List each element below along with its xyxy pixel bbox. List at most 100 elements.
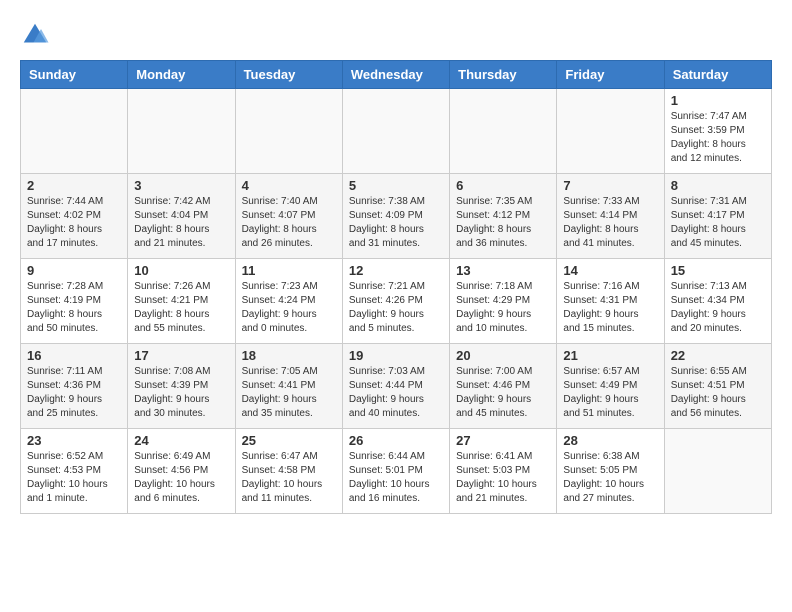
logo: [20, 20, 54, 50]
day-number: 6: [456, 178, 550, 193]
day-info: Sunrise: 6:41 AM Sunset: 5:03 PM Dayligh…: [456, 450, 550, 506]
day-header-monday: Monday: [128, 61, 235, 89]
calendar-cell: 7 Sunrise: 7:33 AM Sunset: 4:14 PM Daylig…: [557, 174, 664, 259]
day-info: Sunrise: 6:49 AM Sunset: 4:56 PM Dayligh…: [134, 450, 228, 506]
day-info: Sunrise: 7:31 AM Sunset: 4:17 PM Dayligh…: [671, 195, 765, 251]
calendar-cell: 21 Sunrise: 6:57 AM Sunset: 4:49 PM Dayli…: [557, 344, 664, 429]
day-info: Sunrise: 6:44 AM Sunset: 5:01 PM Dayligh…: [349, 450, 443, 506]
calendar-cell: 1 Sunrise: 7:47 AM Sunset: 3:59 PM Daylig…: [664, 89, 771, 174]
day-info: Sunrise: 7:03 AM Sunset: 4:44 PM Dayligh…: [349, 365, 443, 421]
day-number: 20: [456, 348, 550, 363]
day-info: Sunrise: 6:52 AM Sunset: 4:53 PM Dayligh…: [27, 450, 121, 506]
calendar-cell: 11 Sunrise: 7:23 AM Sunset: 4:24 PM Dayli…: [235, 259, 342, 344]
calendar-week-row: 23 Sunrise: 6:52 AM Sunset: 4:53 PM Dayli…: [21, 429, 772, 514]
day-info: Sunrise: 7:38 AM Sunset: 4:09 PM Dayligh…: [349, 195, 443, 251]
calendar-cell: 14 Sunrise: 7:16 AM Sunset: 4:31 PM Dayli…: [557, 259, 664, 344]
day-info: Sunrise: 7:05 AM Sunset: 4:41 PM Dayligh…: [242, 365, 336, 421]
day-number: 3: [134, 178, 228, 193]
calendar-cell: 8 Sunrise: 7:31 AM Sunset: 4:17 PM Daylig…: [664, 174, 771, 259]
calendar-cell: 26 Sunrise: 6:44 AM Sunset: 5:01 PM Dayli…: [342, 429, 449, 514]
page-header: [20, 20, 772, 50]
day-number: 7: [563, 178, 657, 193]
calendar-cell: 16 Sunrise: 7:11 AM Sunset: 4:36 PM Dayli…: [21, 344, 128, 429]
calendar-cell: 5 Sunrise: 7:38 AM Sunset: 4:09 PM Daylig…: [342, 174, 449, 259]
calendar-cell: 20 Sunrise: 7:00 AM Sunset: 4:46 PM Dayli…: [450, 344, 557, 429]
logo-icon: [20, 20, 50, 50]
calendar-cell: 9 Sunrise: 7:28 AM Sunset: 4:19 PM Daylig…: [21, 259, 128, 344]
day-number: 11: [242, 263, 336, 278]
calendar-cell: [664, 429, 771, 514]
calendar-cell: 3 Sunrise: 7:42 AM Sunset: 4:04 PM Daylig…: [128, 174, 235, 259]
day-number: 8: [671, 178, 765, 193]
calendar-cell: [557, 89, 664, 174]
day-number: 24: [134, 433, 228, 448]
day-info: Sunrise: 7:33 AM Sunset: 4:14 PM Dayligh…: [563, 195, 657, 251]
calendar-cell: [235, 89, 342, 174]
day-info: Sunrise: 7:13 AM Sunset: 4:34 PM Dayligh…: [671, 280, 765, 336]
day-info: Sunrise: 7:26 AM Sunset: 4:21 PM Dayligh…: [134, 280, 228, 336]
day-number: 10: [134, 263, 228, 278]
day-number: 16: [27, 348, 121, 363]
calendar-cell: 15 Sunrise: 7:13 AM Sunset: 4:34 PM Dayli…: [664, 259, 771, 344]
calendar-cell: 27 Sunrise: 6:41 AM Sunset: 5:03 PM Dayli…: [450, 429, 557, 514]
day-info: Sunrise: 7:23 AM Sunset: 4:24 PM Dayligh…: [242, 280, 336, 336]
calendar-cell: [128, 89, 235, 174]
calendar-cell: [21, 89, 128, 174]
day-info: Sunrise: 6:55 AM Sunset: 4:51 PM Dayligh…: [671, 365, 765, 421]
day-number: 12: [349, 263, 443, 278]
day-header-friday: Friday: [557, 61, 664, 89]
calendar-cell: 10 Sunrise: 7:26 AM Sunset: 4:21 PM Dayli…: [128, 259, 235, 344]
day-number: 5: [349, 178, 443, 193]
day-info: Sunrise: 7:11 AM Sunset: 4:36 PM Dayligh…: [27, 365, 121, 421]
day-info: Sunrise: 7:16 AM Sunset: 4:31 PM Dayligh…: [563, 280, 657, 336]
calendar-cell: 2 Sunrise: 7:44 AM Sunset: 4:02 PM Daylig…: [21, 174, 128, 259]
day-number: 28: [563, 433, 657, 448]
day-header-thursday: Thursday: [450, 61, 557, 89]
day-header-saturday: Saturday: [664, 61, 771, 89]
day-number: 23: [27, 433, 121, 448]
calendar-cell: [450, 89, 557, 174]
calendar-cell: 17 Sunrise: 7:08 AM Sunset: 4:39 PM Dayli…: [128, 344, 235, 429]
day-number: 17: [134, 348, 228, 363]
day-info: Sunrise: 7:08 AM Sunset: 4:39 PM Dayligh…: [134, 365, 228, 421]
day-info: Sunrise: 7:42 AM Sunset: 4:04 PM Dayligh…: [134, 195, 228, 251]
calendar-cell: 6 Sunrise: 7:35 AM Sunset: 4:12 PM Daylig…: [450, 174, 557, 259]
calendar-cell: 12 Sunrise: 7:21 AM Sunset: 4:26 PM Dayli…: [342, 259, 449, 344]
calendar-cell: 19 Sunrise: 7:03 AM Sunset: 4:44 PM Dayli…: [342, 344, 449, 429]
day-number: 1: [671, 93, 765, 108]
calendar-cell: 22Sunrise: 6:55 AM Sunset: 4:51 PM Dayli…: [664, 344, 771, 429]
day-info: Sunrise: 7:28 AM Sunset: 4:19 PM Dayligh…: [27, 280, 121, 336]
calendar-header-row: SundayMondayTuesdayWednesdayThursdayFrid…: [21, 61, 772, 89]
day-header-sunday: Sunday: [21, 61, 128, 89]
day-number: 27: [456, 433, 550, 448]
day-number: 26: [349, 433, 443, 448]
calendar-cell: 24 Sunrise: 6:49 AM Sunset: 4:56 PM Dayli…: [128, 429, 235, 514]
day-number: 4: [242, 178, 336, 193]
day-info: Sunrise: 7:44 AM Sunset: 4:02 PM Dayligh…: [27, 195, 121, 251]
day-number: 21: [563, 348, 657, 363]
day-info: Sunrise: 7:21 AM Sunset: 4:26 PM Dayligh…: [349, 280, 443, 336]
calendar-cell: 13Sunrise: 7:18 AM Sunset: 4:29 PM Dayli…: [450, 259, 557, 344]
calendar-week-row: 2 Sunrise: 7:44 AM Sunset: 4:02 PM Daylig…: [21, 174, 772, 259]
calendar-week-row: 9 Sunrise: 7:28 AM Sunset: 4:19 PM Daylig…: [21, 259, 772, 344]
day-number: 15: [671, 263, 765, 278]
calendar-week-row: 1 Sunrise: 7:47 AM Sunset: 3:59 PM Daylig…: [21, 89, 772, 174]
day-info: Sunrise: 6:57 AM Sunset: 4:49 PM Dayligh…: [563, 365, 657, 421]
day-number: 13: [456, 263, 550, 278]
day-info: Sunrise: 6:38 AM Sunset: 5:05 PM Dayligh…: [563, 450, 657, 506]
calendar: SundayMondayTuesdayWednesdayThursdayFrid…: [20, 60, 772, 514]
calendar-cell: 23 Sunrise: 6:52 AM Sunset: 4:53 PM Dayli…: [21, 429, 128, 514]
day-header-wednesday: Wednesday: [342, 61, 449, 89]
day-number: 9: [27, 263, 121, 278]
calendar-cell: 28 Sunrise: 6:38 AM Sunset: 5:05 PM Dayli…: [557, 429, 664, 514]
day-number: 19: [349, 348, 443, 363]
calendar-cell: 25 Sunrise: 6:47 AM Sunset: 4:58 PM Dayli…: [235, 429, 342, 514]
day-info: Sunrise: 7:47 AM Sunset: 3:59 PM Dayligh…: [671, 110, 765, 166]
day-number: 2: [27, 178, 121, 193]
day-number: 18: [242, 348, 336, 363]
day-info: Sunrise: 6:47 AM Sunset: 4:58 PM Dayligh…: [242, 450, 336, 506]
day-number: 25: [242, 433, 336, 448]
day-info: Sunrise: 7:35 AM Sunset: 4:12 PM Dayligh…: [456, 195, 550, 251]
day-number: 14: [563, 263, 657, 278]
day-info: Sunrise: 7:00 AM Sunset: 4:46 PM Dayligh…: [456, 365, 550, 421]
